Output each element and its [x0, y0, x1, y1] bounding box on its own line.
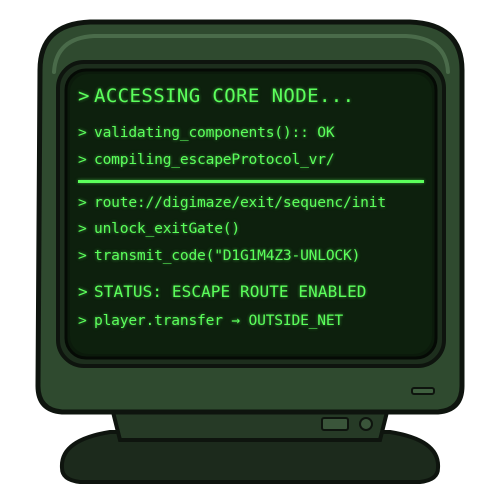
prompt-symbol: > — [78, 124, 87, 141]
terminal-status-line: > STATUS: ESCAPE ROUTE ENABLED — [78, 282, 367, 302]
terminal-divider — [78, 180, 424, 183]
power-led — [411, 387, 435, 395]
terminal-line: > player.transfer → OUTSIDE_NET — [78, 311, 343, 331]
terminal-line-text: compiling_escapeProtocol_vr/ — [94, 151, 335, 168]
prompt-symbol: > — [78, 282, 88, 301]
terminal-final-line: player.transfer → OUTSIDE_NET — [94, 312, 343, 329]
prompt-symbol: > — [78, 194, 87, 211]
terminal-line: > compiling_escapeProtocol_vr/ — [78, 150, 335, 170]
terminal-screen: > ACCESSING CORE NODE... > validating_comp… — [70, 78, 432, 346]
status-value: ESCAPE ROUTE ENABLED — [171, 282, 367, 301]
status-label: STATUS: — [94, 282, 163, 301]
prompt-symbol: > — [78, 220, 87, 237]
terminal-line-text: route://digimaze/exit/sequenc/init — [94, 194, 386, 211]
terminal-header-line: > ACCESSING CORE NODE... — [78, 86, 354, 106]
prompt-symbol: > — [78, 85, 90, 107]
terminal-line: > route://digimaze/exit/sequenc/init — [78, 193, 386, 213]
terminal-line-text: transmit_code("D1G1M4Z3-UNLOCK) — [94, 247, 361, 264]
terminal-line-text: validating_components():: OK — [94, 124, 335, 141]
terminal-line-text: unlock_exitGate() — [94, 220, 240, 237]
terminal-header: ACCESSING CORE NODE... — [94, 85, 355, 107]
terminal-line: > validating_components():: OK — [78, 123, 335, 143]
prompt-symbol: > — [78, 247, 87, 264]
prompt-symbol: > — [78, 312, 87, 329]
crt-terminal-scene: > ACCESSING CORE NODE... > validating_comp… — [0, 0, 500, 500]
terminal-line: > unlock_exitGate() — [78, 219, 240, 239]
prompt-symbol: > — [78, 151, 87, 168]
knob-icon — [359, 417, 373, 431]
terminal-line: > transmit_code("D1G1M4Z3-UNLOCK) — [78, 246, 360, 266]
floppy-slot — [321, 417, 349, 431]
